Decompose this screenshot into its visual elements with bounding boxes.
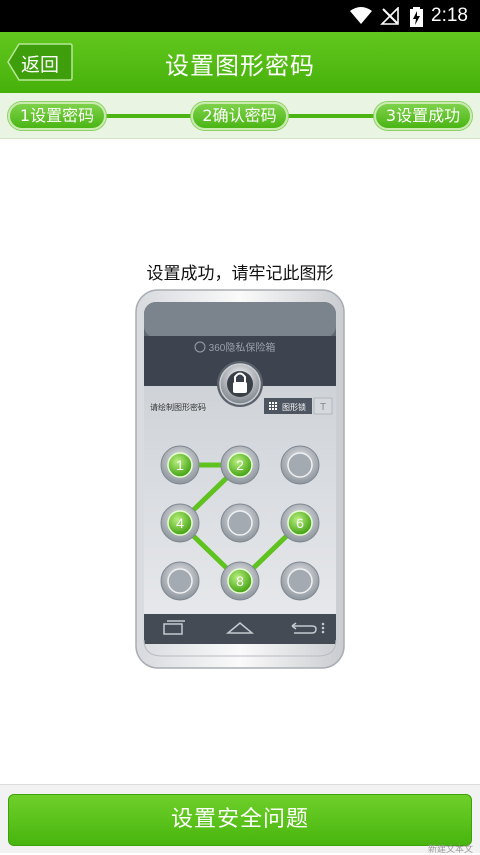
pattern-dot: [280, 561, 320, 601]
success-message: 设置成功，请牢记此图形: [146, 264, 334, 284]
step-connector: [100, 114, 198, 118]
pattern-dot: 6: [280, 503, 320, 543]
text-mode-label: T: [320, 402, 326, 413]
pattern-dot-label: 6: [296, 515, 304, 531]
step-1: 1设置密码: [8, 102, 106, 130]
battery-charging-icon: [410, 7, 423, 27]
step-connector: [282, 114, 380, 118]
pattern-dot-label: 4: [176, 515, 184, 531]
pattern-dot: [160, 561, 200, 601]
set-security-question-button[interactable]: 设置安全问题: [8, 794, 472, 846]
overflow-menu-icon: [321, 622, 325, 634]
app-name: 360隐私保险箱: [209, 341, 276, 354]
title-bar: 返回 设置图形密码: [0, 32, 480, 93]
pattern-dot: 8: [220, 561, 260, 601]
phone-illustration: 360隐私保险箱 请绘制图形密码 图形锁 T 1 2 4 6 8: [134, 288, 346, 670]
status-bar: 2:18: [0, 0, 480, 32]
pattern-dot: [220, 503, 260, 543]
phone-frame: 360隐私保险箱 请绘制图形密码 图形锁 T 1 2 4 6 8: [135, 289, 345, 669]
bottom-bar: 设置安全问题: [0, 784, 480, 853]
lock-icon: [217, 361, 263, 407]
pattern-dot-label: 8: [236, 573, 244, 589]
step-3: 3设置成功: [374, 102, 472, 130]
pattern-dot: 4: [160, 503, 200, 543]
pattern-dot-label: 1: [176, 457, 184, 473]
pattern-dot: 1: [160, 445, 200, 485]
wifi-icon: [350, 7, 372, 24]
step-2: 2确认密码: [191, 102, 288, 130]
no-signal-icon: [380, 7, 399, 25]
pattern-dot: [280, 445, 320, 485]
pattern-grid: 1 2 4 6 8: [160, 445, 320, 601]
pattern-mode-label: 图形锁: [282, 402, 306, 412]
clock: 2:18: [431, 5, 468, 26]
pattern-dot: 2: [220, 445, 260, 485]
draw-pattern-prompt: 请绘制图形密码: [150, 402, 206, 412]
pattern-dot-label: 2: [236, 457, 244, 473]
page-title: 设置图形密码: [165, 52, 315, 80]
step-progress: 1设置密码 2确认密码 3设置成功: [0, 93, 480, 139]
watermark-text: 新建文本文: [428, 845, 474, 855]
pattern-mode-toggle: 图形锁 T: [264, 397, 333, 415]
